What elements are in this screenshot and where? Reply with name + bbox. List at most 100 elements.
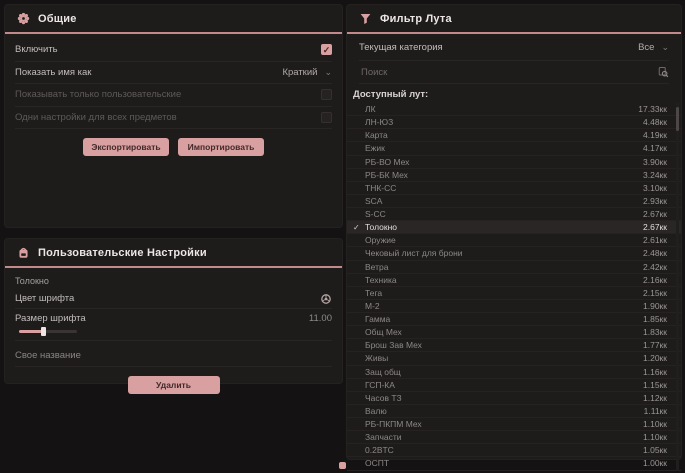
loot-row[interactable]: ТНК-СС3.10кк bbox=[347, 182, 681, 195]
import-button[interactable]: Импортировать bbox=[178, 138, 264, 156]
loot-item-name: Тега bbox=[365, 288, 643, 298]
loot-item-value: 2.16кк bbox=[643, 275, 667, 285]
loot-item-name: Техника bbox=[365, 275, 643, 285]
loot-item-value: 1.83кк bbox=[643, 327, 667, 337]
font-size-slider[interactable] bbox=[19, 330, 77, 333]
setting-row-enable: Включить ✓ bbox=[15, 39, 332, 62]
loot-item-name: М-2 bbox=[365, 301, 643, 311]
export-import-row: Экспортировать Импортировать bbox=[5, 138, 342, 156]
backpack-icon bbox=[17, 246, 30, 259]
loot-row[interactable]: Защ общ1.16кк bbox=[347, 366, 681, 379]
loot-item-name: РБ-ПКПМ Мех bbox=[365, 419, 643, 429]
loot-row[interactable]: ✓Толокно2.67кк bbox=[347, 221, 681, 234]
loot-row[interactable]: ГСП-КА1.15кк bbox=[347, 379, 681, 392]
loot-item-name: ЛК bbox=[365, 104, 638, 114]
setting-row-same-settings: Одни настройки для всех предметов bbox=[15, 107, 332, 130]
show-name-value: Краткий bbox=[282, 67, 317, 78]
chevron-down-icon: ⌄ bbox=[661, 44, 669, 50]
show-name-label: Показать имя как bbox=[15, 67, 91, 78]
loot-row[interactable]: Валю1.11кк bbox=[347, 405, 681, 418]
loot-item-value: 3.90кк bbox=[643, 157, 667, 167]
loot-row[interactable]: ЛК17.33кк bbox=[347, 103, 681, 116]
slider-thumb[interactable] bbox=[41, 327, 46, 336]
loot-item-value: 1.20кк bbox=[643, 353, 667, 363]
loot-item-value: 4.48кк bbox=[643, 117, 667, 127]
scrollbar-track[interactable] bbox=[676, 103, 679, 471]
loot-row[interactable]: Тега2.15кк bbox=[347, 287, 681, 300]
export-button[interactable]: Экспортировать bbox=[83, 138, 169, 156]
loot-item-value: 2.48кк bbox=[643, 248, 667, 258]
loot-item-value: 1.11кк bbox=[644, 406, 667, 416]
loot-item-value: 1.12кк bbox=[643, 393, 667, 403]
loot-item-name: ТНК-СС bbox=[365, 183, 643, 193]
loot-row[interactable]: Живы1.20кк bbox=[347, 352, 681, 365]
font-color-label: Цвет шрифта bbox=[15, 293, 74, 304]
loot-row[interactable]: SCA2.93кк bbox=[347, 195, 681, 208]
loot-item-value: 1.10кк bbox=[643, 432, 667, 442]
loot-item-name: Общ Мех bbox=[365, 327, 643, 337]
loot-row[interactable]: Общ Мех1.83кк bbox=[347, 326, 681, 339]
loot-item-name: Ежик bbox=[365, 143, 643, 153]
loot-item-name: Гамма bbox=[365, 314, 643, 324]
loot-row[interactable]: РБ-БК Мех3.24кк bbox=[347, 169, 681, 182]
category-row: Текущая категория Все ⌄ bbox=[359, 34, 669, 61]
loot-list: ЛК17.33ккЛН-ЮЗ4.48ккКарта4.19ккЕжик4.17к… bbox=[347, 103, 681, 471]
loot-item-name: Карта bbox=[365, 130, 643, 140]
loot-row[interactable]: S-CC2.67кк bbox=[347, 208, 681, 221]
loot-row[interactable]: Ветра2.42кк bbox=[347, 261, 681, 274]
category-value: Все bbox=[638, 42, 654, 53]
loot-row[interactable]: Часов ТЗ1.12кк bbox=[347, 392, 681, 405]
palette-icon[interactable] bbox=[320, 293, 332, 305]
loot-item-name: Ветра bbox=[365, 262, 643, 272]
category-dropdown[interactable]: Все ⌄ bbox=[638, 42, 669, 53]
loot-row[interactable]: РБ-ВО Мех3.90кк bbox=[347, 156, 681, 169]
loot-item-value: 2.15кк bbox=[643, 288, 667, 298]
loot-item-name: Чековый лист для брони bbox=[365, 248, 643, 258]
loot-item-name: 0.2BTC bbox=[365, 445, 643, 455]
flower-gear-icon bbox=[17, 12, 30, 25]
slider-fill bbox=[19, 330, 43, 333]
enable-checkbox[interactable]: ✓ bbox=[321, 44, 332, 55]
loot-row[interactable]: ОСПТ1.00кк bbox=[347, 457, 681, 470]
same-settings-checkbox[interactable] bbox=[321, 112, 332, 123]
only-custom-checkbox[interactable] bbox=[321, 89, 332, 100]
loot-item-value: 1.10кк bbox=[643, 419, 667, 429]
funnel-icon bbox=[359, 12, 372, 25]
loot-item-value: 2.61кк bbox=[643, 235, 667, 245]
delete-button[interactable]: Удалить bbox=[128, 376, 220, 394]
scrollbar-thumb[interactable] bbox=[676, 107, 679, 131]
divider bbox=[15, 340, 332, 341]
loot-row[interactable]: М-21.90кк bbox=[347, 300, 681, 313]
search-icon[interactable] bbox=[657, 66, 669, 78]
loot-item-name: ГСП-КА bbox=[365, 380, 643, 390]
search-input[interactable] bbox=[359, 66, 657, 79]
panel-custom-settings: Пользовательские Настройки Толокно Цвет … bbox=[5, 239, 342, 383]
loot-row[interactable]: Оружие2.61кк bbox=[347, 234, 681, 247]
loot-row[interactable]: Брош Зав Мех1.77кк bbox=[347, 339, 681, 352]
loot-row[interactable]: Техника2.16кк bbox=[347, 274, 681, 287]
loot-row[interactable]: Карта4.19кк bbox=[347, 129, 681, 142]
enable-label: Включить bbox=[15, 44, 58, 55]
font-size-value: 11.00 bbox=[309, 313, 332, 324]
loot-row[interactable]: Ежик4.17кк bbox=[347, 142, 681, 155]
loot-row[interactable]: Гамма1.85кк bbox=[347, 313, 681, 326]
loot-row[interactable]: РБ-ПКПМ Мех1.10кк bbox=[347, 418, 681, 431]
search-row bbox=[359, 61, 669, 84]
panel-general: Общие Включить ✓ Показать имя как Кратки… bbox=[5, 5, 342, 227]
loot-item-value: 3.10кк bbox=[643, 183, 667, 193]
loot-item-value: 1.05кк bbox=[643, 445, 667, 455]
loot-item-value: 1.16кк bbox=[643, 367, 667, 377]
loot-row[interactable]: 0.2BTC1.05кк bbox=[347, 444, 681, 457]
resize-handle[interactable] bbox=[339, 462, 346, 469]
loot-item-name: Валю bbox=[365, 406, 644, 416]
loot-item-value: 2.93кк bbox=[643, 196, 667, 206]
loot-row[interactable]: Запчасти1.10кк bbox=[347, 431, 681, 444]
show-name-dropdown[interactable]: Краткий ⌄ bbox=[282, 67, 332, 78]
loot-item-name: SCA bbox=[365, 196, 643, 206]
custom-name-input[interactable] bbox=[15, 347, 332, 367]
loot-row[interactable]: Чековый лист для брони2.48кк bbox=[347, 247, 681, 260]
loot-row[interactable]: ЛН-ЮЗ4.48кк bbox=[347, 116, 681, 129]
loot-item-value: 1.77кк bbox=[643, 340, 667, 350]
loot-item-name: Запчасти bbox=[365, 432, 643, 442]
panel-filter-header: Фильтр Лута bbox=[347, 5, 681, 34]
